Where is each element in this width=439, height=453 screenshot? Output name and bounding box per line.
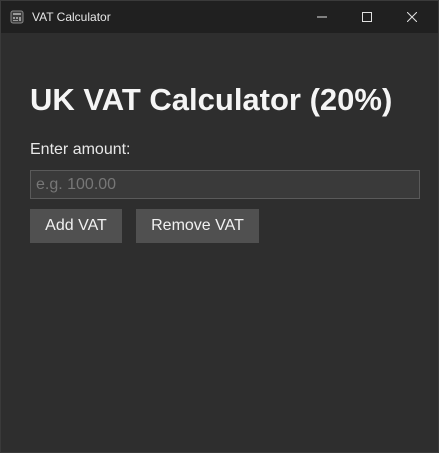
amount-label: Enter amount:	[30, 141, 131, 158]
maximize-icon	[361, 12, 372, 22]
calculator-icon	[10, 10, 24, 24]
window-title: VAT Calculator	[32, 10, 111, 24]
page-title: UK VAT Calculator (20%)	[30, 82, 393, 117]
app-window: VAT Calculator UK VAT Calculator (20%) E…	[0, 0, 439, 453]
title-bar[interactable]: VAT Calculator	[1, 1, 438, 33]
add-vat-button[interactable]: Add VAT	[30, 209, 122, 243]
minimize-icon	[316, 12, 327, 22]
maximize-button[interactable]	[344, 1, 389, 33]
remove-vat-button[interactable]: Remove VAT	[136, 209, 259, 243]
close-icon	[406, 12, 417, 22]
amount-input[interactable]	[30, 170, 420, 199]
minimize-button[interactable]	[299, 1, 344, 33]
close-button[interactable]	[389, 1, 434, 33]
